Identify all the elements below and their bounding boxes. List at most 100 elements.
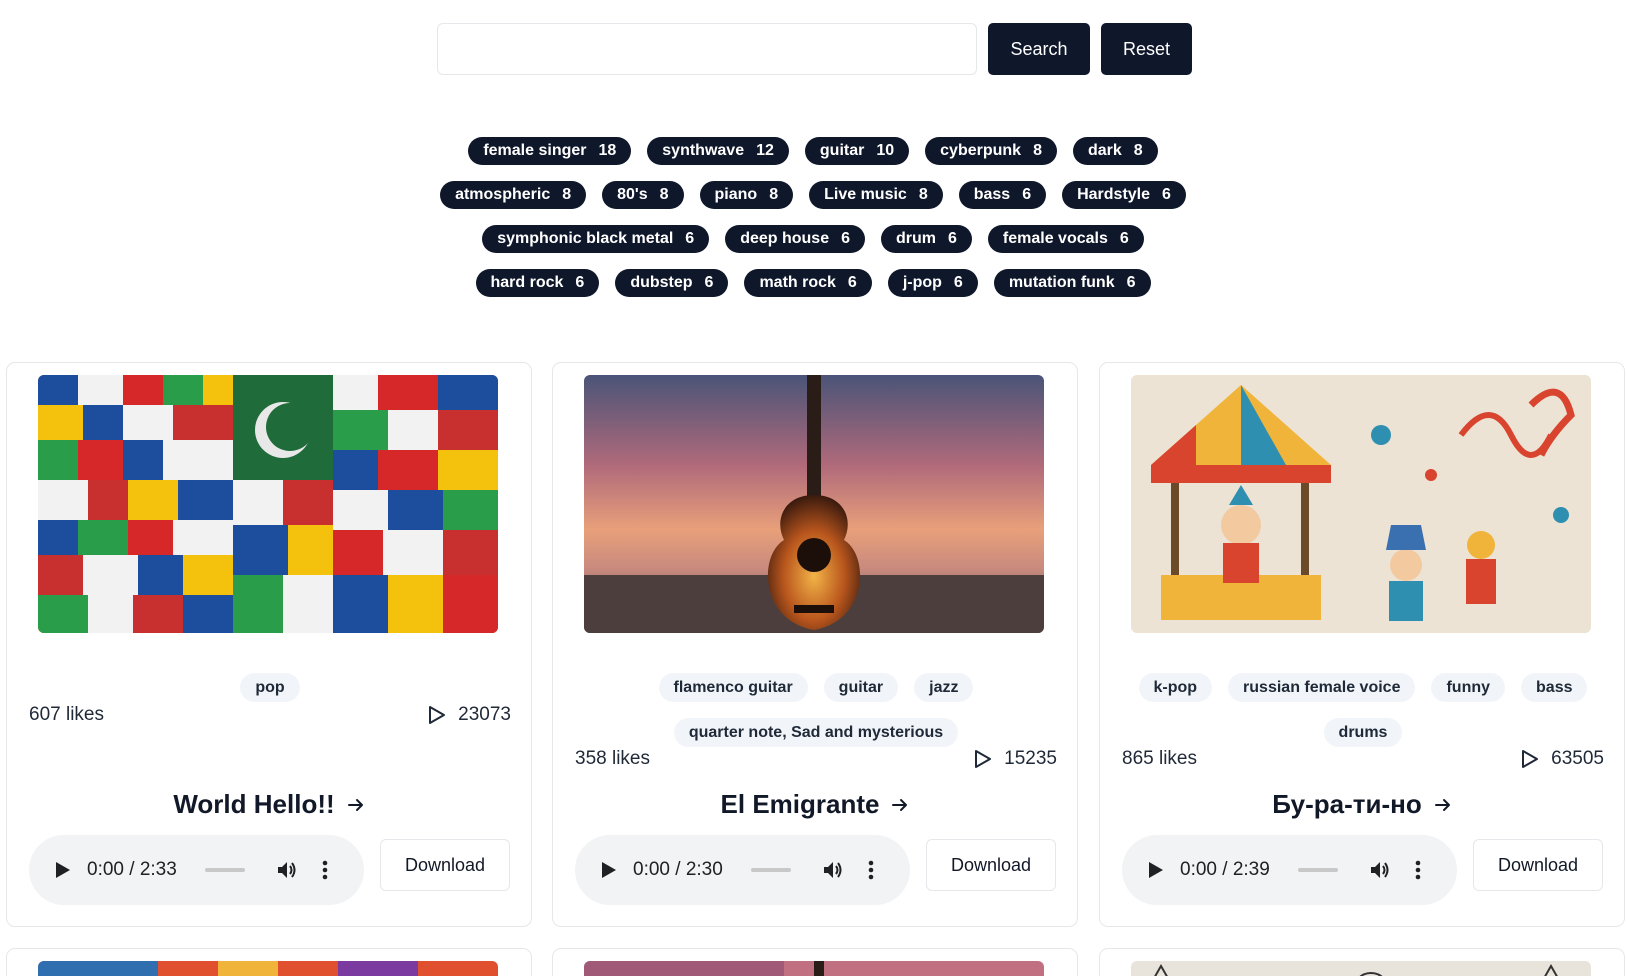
- tag-pill[interactable]: piano 8: [699, 181, 794, 209]
- play-count: 15235: [974, 748, 1057, 770]
- song-tag[interactable]: flamenco guitar: [658, 673, 808, 702]
- song-title-row: Бу-ра-ти-но: [1100, 789, 1624, 820]
- play-button[interactable]: [595, 856, 623, 884]
- more-vert-icon[interactable]: [861, 858, 881, 882]
- search-input[interactable]: [437, 23, 977, 75]
- song-tags: flamenco guitar guitar jazz quarter note…: [575, 673, 1057, 747]
- tag-pill[interactable]: dubstep 6: [615, 269, 729, 297]
- arrow-right-icon[interactable]: [1434, 796, 1452, 814]
- tag-count: 8: [918, 186, 928, 203]
- download-button[interactable]: Download: [926, 839, 1056, 891]
- tag-count: 6: [948, 230, 957, 247]
- song-cover-image: [1131, 961, 1591, 976]
- song-title-link[interactable]: El Emigrante: [721, 789, 880, 820]
- progress-slider[interactable]: [1298, 868, 1338, 872]
- download-button[interactable]: Download: [380, 839, 510, 891]
- tag-pill[interactable]: deep house 6: [725, 225, 865, 253]
- song-tag[interactable]: russian female voice: [1228, 673, 1416, 702]
- song-card: [6, 948, 532, 976]
- tag-pill[interactable]: cyberpunk 8: [925, 137, 1057, 165]
- tag-name: cyberpunk: [940, 142, 1022, 159]
- tag-name: atmospheric: [455, 186, 551, 203]
- tag-pill[interactable]: female singer 18: [468, 137, 632, 165]
- tag-name: mutation funk: [1008, 274, 1115, 291]
- song-card: [1099, 948, 1625, 976]
- tag-pill[interactable]: dark 8: [1072, 137, 1158, 165]
- song-tag[interactable]: funny: [1431, 673, 1506, 702]
- song-tag[interactable]: quarter note, Sad and mysterious: [673, 718, 959, 747]
- arrow-right-icon[interactable]: [347, 796, 365, 814]
- audio-player: 0:00 / 2:33: [29, 835, 364, 905]
- tag-count: 12: [756, 142, 774, 159]
- tag-count: 18: [598, 142, 617, 159]
- tag-pill[interactable]: synthwave 12: [647, 137, 789, 165]
- song-title-link[interactable]: Бу-ра-ти-но: [1272, 789, 1421, 820]
- tag-row: atmospheric 8 80's 8 piano 8 Live music 8 ba…: [440, 181, 1186, 209]
- song-tag[interactable]: k-pop: [1138, 673, 1213, 702]
- tag-pill[interactable]: j-pop 6: [887, 269, 978, 297]
- audio-player: 0:00 / 2:39: [1122, 835, 1457, 905]
- tag-name: 80's: [617, 186, 648, 203]
- player-time: 0:00 / 2:39: [1180, 859, 1270, 880]
- tag-pill[interactable]: female vocals 6: [987, 225, 1144, 253]
- song-card: k-pop russian female voice funny bass dr…: [1099, 362, 1625, 927]
- tag-cloud: female singer 18 synthwave 12 guitar 10 cyb…: [430, 137, 1196, 297]
- play-icon: [1149, 862, 1163, 878]
- reset-button[interactable]: Reset: [1101, 23, 1192, 75]
- song-cover-image: [584, 375, 1044, 633]
- tag-count: 10: [876, 142, 895, 159]
- progress-slider[interactable]: [205, 868, 245, 872]
- song-cover-image: [584, 961, 1044, 976]
- likes-count: 358 likes: [575, 748, 650, 769]
- tag-count: 6: [1162, 186, 1171, 203]
- tag-count: 6: [953, 274, 963, 291]
- volume-icon[interactable]: [275, 858, 299, 882]
- tag-pill[interactable]: drum 6: [881, 225, 972, 253]
- tag-count: 6: [575, 274, 585, 291]
- likes-count: 607 likes: [29, 704, 104, 725]
- play-count-value: 63505: [1551, 748, 1604, 769]
- tag-count: 6: [685, 230, 695, 247]
- tag-count: 6: [1119, 230, 1129, 247]
- tag-pill[interactable]: Live music 8: [809, 181, 943, 209]
- song-cover-image: [1131, 375, 1591, 633]
- more-vert-icon[interactable]: [1408, 858, 1428, 882]
- arrow-right-icon[interactable]: [891, 796, 909, 814]
- tag-name: dubstep: [630, 274, 693, 291]
- tag-pill[interactable]: hard rock 6: [475, 269, 600, 297]
- tag-pill[interactable]: Hardstyle 6: [1062, 181, 1186, 209]
- search-button[interactable]: Search: [988, 23, 1090, 75]
- volume-icon[interactable]: [821, 858, 845, 882]
- song-tag[interactable]: bass: [1521, 673, 1588, 702]
- tag-count: 8: [659, 186, 669, 203]
- likes-count: 865 likes: [1122, 748, 1197, 769]
- search-bar: Search Reset: [437, 23, 1192, 75]
- tag-name: symphonic black metal: [497, 230, 674, 247]
- tag-pill[interactable]: guitar 10: [804, 137, 910, 165]
- more-vert-icon[interactable]: [315, 858, 335, 882]
- song-tag[interactable]: pop: [240, 673, 300, 702]
- tag-pill[interactable]: mutation funk 6: [993, 269, 1151, 297]
- tag-pill[interactable]: symphonic black metal 6: [482, 225, 710, 253]
- tag-pill[interactable]: bass 6: [958, 181, 1047, 209]
- play-button[interactable]: [1142, 856, 1170, 884]
- play-outline-icon: [429, 706, 446, 724]
- tag-count: 8: [769, 186, 779, 203]
- song-tag[interactable]: drums: [1323, 718, 1403, 747]
- tag-pill[interactable]: math rock 6: [744, 269, 872, 297]
- tag-pill[interactable]: 80's 8: [602, 181, 684, 209]
- song-card: [552, 948, 1078, 976]
- tag-name: female singer: [483, 142, 587, 159]
- song-tag[interactable]: guitar: [823, 673, 899, 702]
- tag-count: 6: [847, 274, 857, 291]
- volume-icon[interactable]: [1368, 858, 1392, 882]
- progress-slider[interactable]: [751, 868, 791, 872]
- song-title-link[interactable]: World Hello!!: [173, 789, 334, 820]
- play-button[interactable]: [49, 856, 77, 884]
- tag-count: 6: [1126, 274, 1136, 291]
- download-button[interactable]: Download: [1473, 839, 1603, 891]
- song-stats: 358 likes 15235: [575, 748, 1057, 770]
- song-tag[interactable]: jazz: [914, 673, 974, 702]
- tag-pill[interactable]: atmospheric 8: [440, 181, 587, 209]
- tag-name: Live music: [824, 186, 907, 203]
